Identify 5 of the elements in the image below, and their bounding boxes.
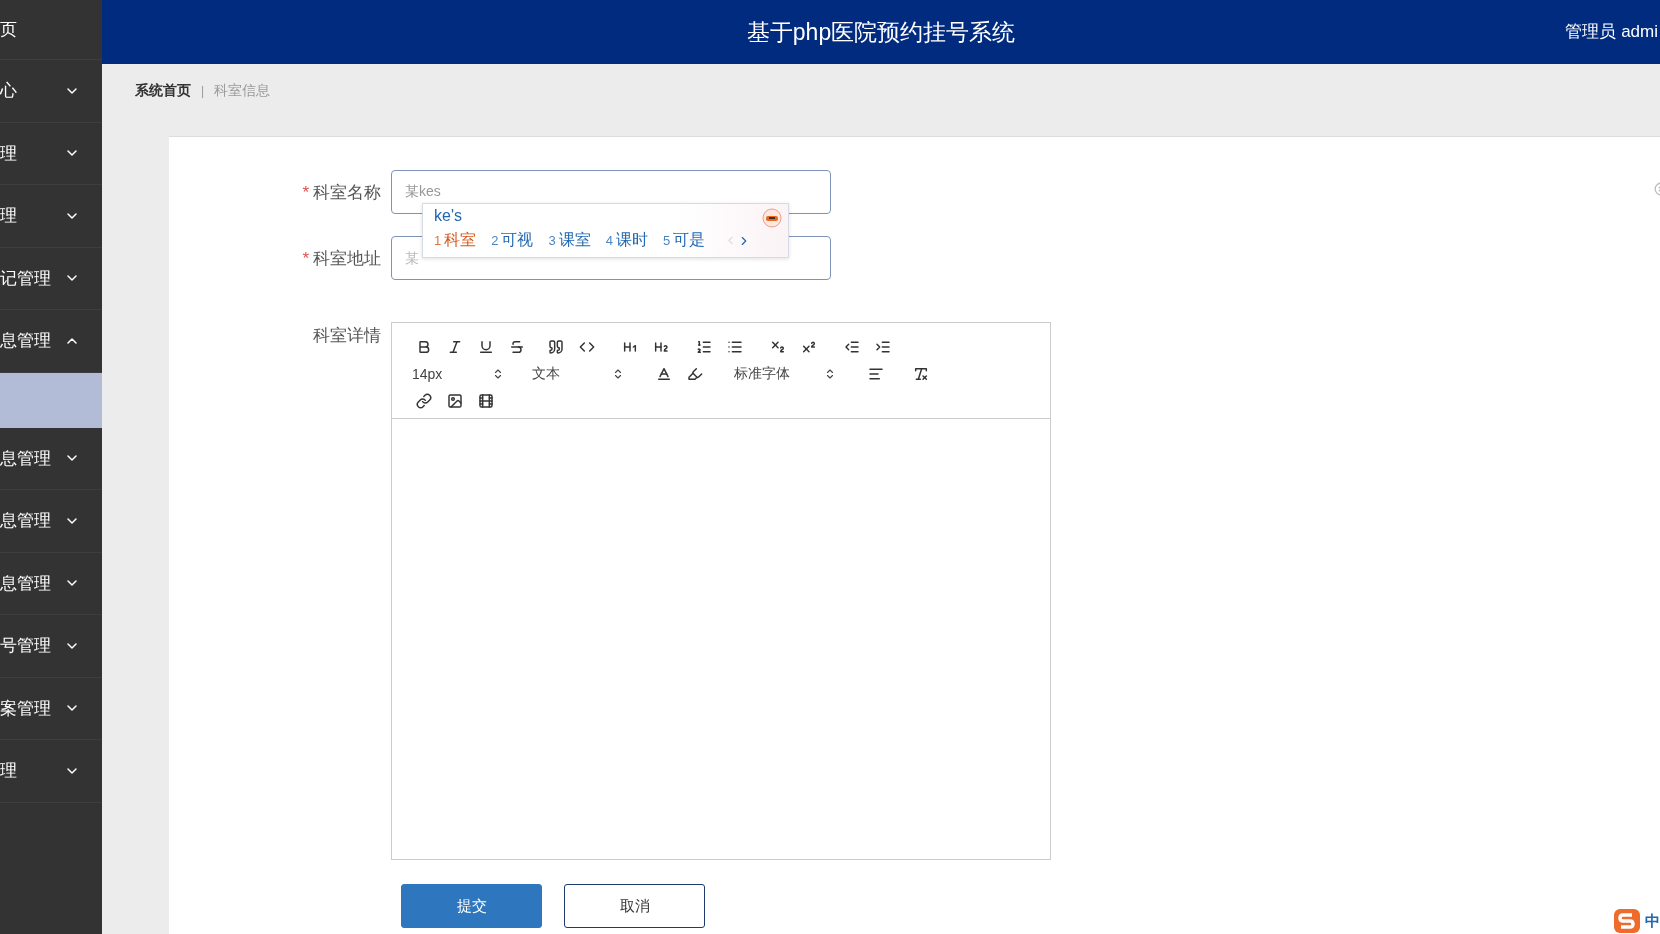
- field-label: 科室详情: [312, 325, 382, 347]
- field-label: * 科室地址: [301, 247, 382, 270]
- breadcrumb-separator: |: [201, 84, 205, 98]
- app-title: 基于php医院预约挂号系统: [746, 17, 1016, 47]
- field-label: * 科室名称: [301, 181, 382, 204]
